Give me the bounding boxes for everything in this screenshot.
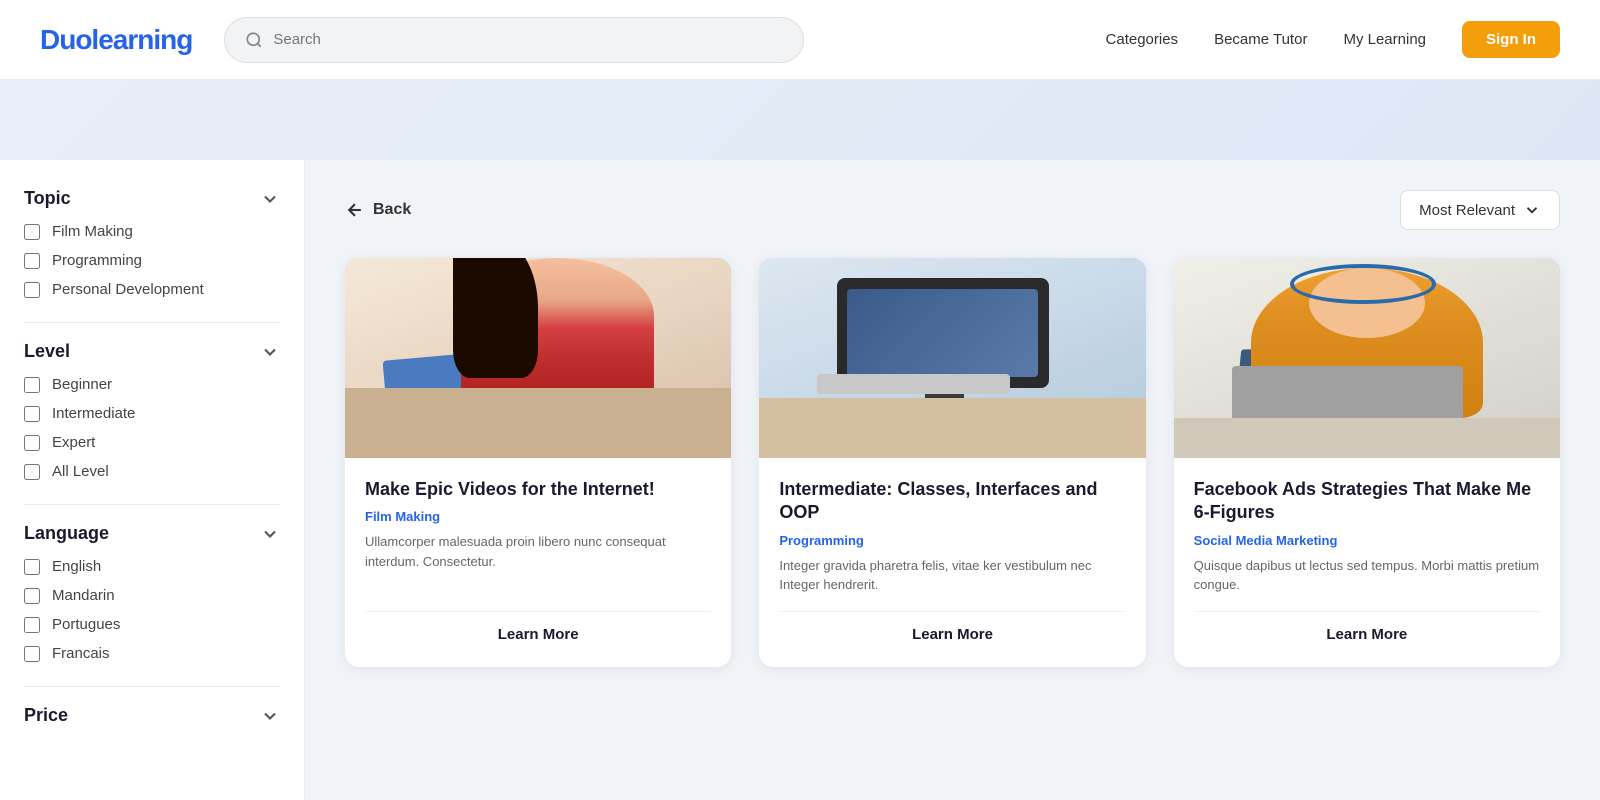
nav-categories[interactable]: Categories bbox=[1106, 31, 1179, 48]
back-button[interactable]: Back bbox=[345, 200, 411, 220]
lang-francais-label: Francais bbox=[52, 645, 110, 662]
back-arrow-icon bbox=[345, 200, 365, 220]
topic-filter-title: Topic bbox=[24, 188, 71, 209]
lang-mandarin-item[interactable]: Mandarin bbox=[24, 587, 280, 604]
lang-english-item[interactable]: English bbox=[24, 558, 280, 575]
level-intermediate-label: Intermediate bbox=[52, 405, 135, 422]
level-intermediate-item[interactable]: Intermediate bbox=[24, 405, 280, 422]
price-filter-header[interactable]: Price bbox=[24, 705, 280, 726]
card-2-category: Programming bbox=[779, 533, 1125, 548]
card-2-description: Integer gravida pharetra felis, vitae ke… bbox=[779, 556, 1125, 595]
topic-personal-dev-checkbox[interactable] bbox=[24, 282, 40, 298]
card-3-learn-more[interactable]: Learn More bbox=[1194, 611, 1540, 647]
topic-filter-section: Topic Film Making Programming Personal D… bbox=[24, 188, 280, 298]
divider-language-price bbox=[24, 686, 280, 687]
hero-band bbox=[0, 80, 1600, 160]
level-filter-header[interactable]: Level bbox=[24, 341, 280, 362]
card-1-learn-more[interactable]: Learn More bbox=[365, 611, 711, 647]
card-3-description: Quisque dapibus ut lectus sed tempus. Mo… bbox=[1194, 556, 1540, 595]
level-beginner-label: Beginner bbox=[52, 376, 112, 393]
divider-level-language bbox=[24, 504, 280, 505]
card-3-image bbox=[1174, 258, 1560, 458]
level-expert-label: Expert bbox=[52, 434, 95, 451]
level-chevron-icon bbox=[260, 342, 280, 362]
level-expert-item[interactable]: Expert bbox=[24, 434, 280, 451]
lang-mandarin-checkbox[interactable] bbox=[24, 588, 40, 604]
signin-button[interactable]: Sign In bbox=[1462, 21, 1560, 58]
level-all-label: All Level bbox=[52, 463, 109, 480]
price-filter-section: Price bbox=[24, 705, 280, 726]
language-chevron-icon bbox=[260, 524, 280, 544]
nav-become-tutor[interactable]: Became Tutor bbox=[1214, 31, 1307, 48]
lang-mandarin-label: Mandarin bbox=[52, 587, 115, 604]
topic-programming-label: Programming bbox=[52, 252, 142, 269]
nav-links: Categories Became Tutor My Learning Sign… bbox=[1106, 21, 1560, 58]
search-input[interactable] bbox=[273, 31, 783, 48]
topic-programming-item[interactable]: Programming bbox=[24, 252, 280, 269]
language-filter-header[interactable]: Language bbox=[24, 523, 280, 544]
lang-portugues-item[interactable]: Portugues bbox=[24, 616, 280, 633]
sort-chevron-icon bbox=[1523, 201, 1541, 219]
level-expert-checkbox[interactable] bbox=[24, 435, 40, 451]
card-1-description: Ullamcorper malesuada proin libero nunc … bbox=[365, 532, 711, 594]
search-bar[interactable] bbox=[224, 17, 804, 63]
lang-francais-checkbox[interactable] bbox=[24, 646, 40, 662]
card-1-category: Film Making bbox=[365, 509, 711, 524]
level-beginner-item[interactable]: Beginner bbox=[24, 376, 280, 393]
sidebar: Topic Film Making Programming Personal D… bbox=[0, 160, 305, 800]
sort-label: Most Relevant bbox=[1419, 202, 1515, 219]
card-3-title: Facebook Ads Strategies That Make Me 6-F… bbox=[1194, 478, 1540, 525]
navbar: Duolearning Categories Became Tutor My L… bbox=[0, 0, 1600, 80]
card-2-learn-more[interactable]: Learn More bbox=[779, 611, 1125, 647]
card-3-category: Social Media Marketing bbox=[1194, 533, 1540, 548]
topic-personal-dev-item[interactable]: Personal Development bbox=[24, 281, 280, 298]
topic-filter-header[interactable]: Topic bbox=[24, 188, 280, 209]
nav-my-learning[interactable]: My Learning bbox=[1343, 31, 1426, 48]
main-layout: Topic Film Making Programming Personal D… bbox=[0, 160, 1600, 800]
back-label: Back bbox=[373, 201, 411, 219]
divider-topic-level bbox=[24, 322, 280, 323]
price-chevron-icon bbox=[260, 706, 280, 726]
card-1-body: Make Epic Videos for the Internet! Film … bbox=[345, 458, 731, 667]
card-2-body: Intermediate: Classes, Interfaces and OO… bbox=[759, 458, 1145, 667]
card-1-image bbox=[345, 258, 731, 458]
topic-personal-dev-label: Personal Development bbox=[52, 281, 204, 298]
lang-portugues-checkbox[interactable] bbox=[24, 617, 40, 633]
level-filter-title: Level bbox=[24, 341, 70, 362]
level-all-item[interactable]: All Level bbox=[24, 463, 280, 480]
lang-portugues-label: Portugues bbox=[52, 616, 120, 633]
course-card-2: Intermediate: Classes, Interfaces and OO… bbox=[759, 258, 1145, 667]
topic-chevron-icon bbox=[260, 189, 280, 209]
topic-film-making-item[interactable]: Film Making bbox=[24, 223, 280, 240]
course-card-1: Make Epic Videos for the Internet! Film … bbox=[345, 258, 731, 667]
content-area: Back Most Relevant bbox=[305, 160, 1600, 800]
level-all-checkbox[interactable] bbox=[24, 464, 40, 480]
content-toolbar: Back Most Relevant bbox=[345, 190, 1560, 230]
level-filter-section: Level Beginner Intermediate Expert All L… bbox=[24, 341, 280, 480]
card-1-title: Make Epic Videos for the Internet! bbox=[365, 478, 711, 501]
price-filter-title: Price bbox=[24, 705, 68, 726]
course-card-3: Facebook Ads Strategies That Make Me 6-F… bbox=[1174, 258, 1560, 667]
topic-film-making-label: Film Making bbox=[52, 223, 133, 240]
sort-dropdown[interactable]: Most Relevant bbox=[1400, 190, 1560, 230]
level-beginner-checkbox[interactable] bbox=[24, 377, 40, 393]
card-3-body: Facebook Ads Strategies That Make Me 6-F… bbox=[1174, 458, 1560, 667]
topic-programming-checkbox[interactable] bbox=[24, 253, 40, 269]
level-intermediate-checkbox[interactable] bbox=[24, 406, 40, 422]
lang-english-checkbox[interactable] bbox=[24, 559, 40, 575]
cards-grid: Make Epic Videos for the Internet! Film … bbox=[345, 258, 1560, 667]
lang-francais-item[interactable]: Francais bbox=[24, 645, 280, 662]
topic-film-making-checkbox[interactable] bbox=[24, 224, 40, 240]
card-2-title: Intermediate: Classes, Interfaces and OO… bbox=[779, 478, 1125, 525]
card-2-image bbox=[759, 258, 1145, 458]
language-filter-title: Language bbox=[24, 523, 109, 544]
language-filter-section: Language English Mandarin Portugues Fran… bbox=[24, 523, 280, 662]
brand-logo: Duolearning bbox=[40, 24, 192, 56]
lang-english-label: English bbox=[52, 558, 101, 575]
search-icon bbox=[245, 31, 263, 49]
